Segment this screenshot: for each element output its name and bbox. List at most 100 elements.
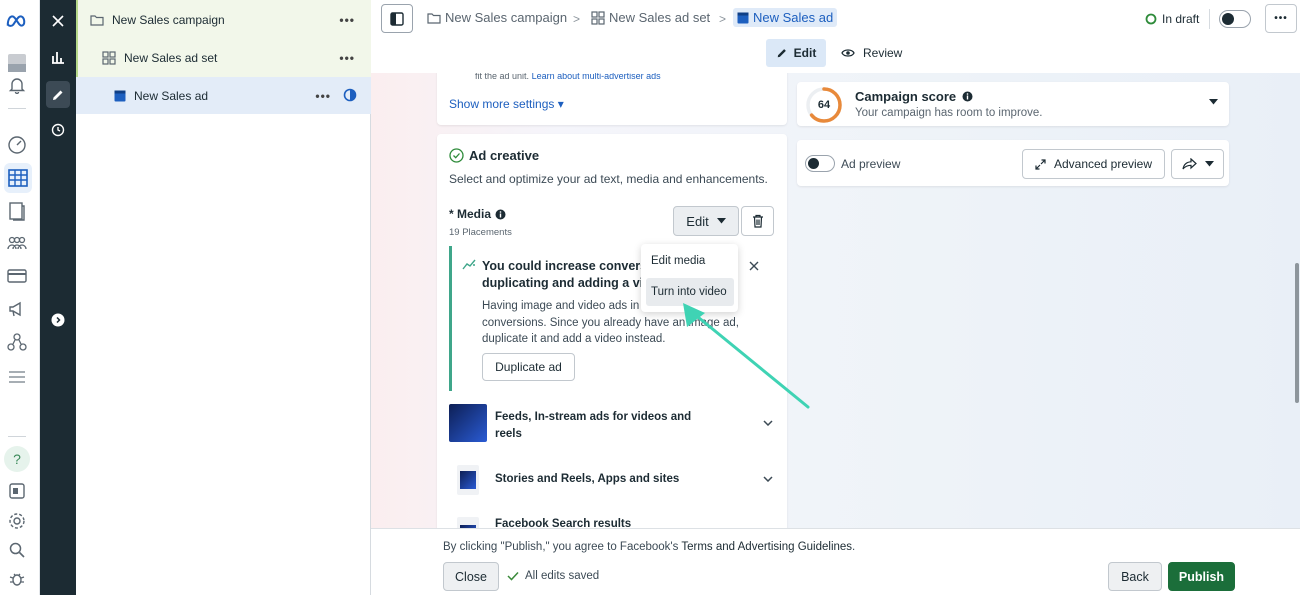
ad-preview-label: Ad preview bbox=[841, 157, 901, 171]
tab-edit[interactable]: Edit bbox=[766, 39, 826, 67]
news-icon[interactable] bbox=[6, 480, 28, 502]
toggle-panel-button[interactable] bbox=[381, 4, 413, 33]
half-circle-status-icon[interactable] bbox=[343, 88, 357, 102]
delete-media-button[interactable] bbox=[741, 206, 774, 236]
media-edit-dropdown-button[interactable]: Edit bbox=[673, 206, 739, 236]
expand-arrow-icon[interactable] bbox=[46, 308, 70, 332]
settings-gear-icon[interactable] bbox=[6, 510, 28, 532]
breadcrumb-adset[interactable]: New Sales ad set bbox=[591, 10, 710, 25]
breadcrumb-label: New Sales campaign bbox=[445, 10, 568, 25]
account-avatar[interactable] bbox=[6, 52, 28, 74]
dashboard-gauge-icon[interactable] bbox=[6, 134, 28, 156]
eye-icon bbox=[841, 49, 855, 57]
terms-link[interactable]: Terms and Advertising Guidelines bbox=[681, 541, 852, 553]
campaign-score-title: Campaign score bbox=[855, 89, 973, 104]
reporting-chart-icon[interactable] bbox=[46, 45, 70, 69]
grid-icon bbox=[102, 51, 116, 65]
more-options-icon[interactable]: ••• bbox=[339, 51, 355, 65]
more-menu-button[interactable]: ••• bbox=[1265, 4, 1297, 33]
tree-item-ad[interactable]: New Sales ad ••• bbox=[76, 77, 371, 114]
duplicate-ad-button[interactable]: Duplicate ad bbox=[482, 353, 575, 381]
media-label: * Media bbox=[449, 207, 506, 221]
content-scrollbar[interactable] bbox=[1294, 73, 1300, 528]
top-bar: New Sales campaign > New Sales ad set > … bbox=[371, 0, 1300, 37]
close-icon[interactable] bbox=[749, 261, 759, 271]
editor-tool-rail bbox=[40, 0, 76, 595]
settings-helper-text: fit the ad unit. Learn about multi-adver… bbox=[475, 73, 661, 81]
bug-report-icon[interactable] bbox=[6, 568, 28, 590]
show-more-settings-link[interactable]: Show more settings ▾ bbox=[449, 97, 564, 111]
breadcrumb-label: New Sales ad bbox=[753, 10, 834, 25]
caret-down-icon bbox=[1204, 161, 1214, 167]
ad-creative-title: Ad creative bbox=[469, 148, 540, 163]
campaign-score-card[interactable]: 64 Campaign score Your campaign has room… bbox=[797, 82, 1229, 126]
expand-icon bbox=[1035, 158, 1046, 170]
trash-icon bbox=[752, 214, 763, 228]
mode-tabs: Edit Review bbox=[371, 37, 1300, 73]
tree-item-campaign[interactable]: New Sales campaign ••• bbox=[76, 0, 371, 39]
all-tools-menu-icon[interactable] bbox=[6, 366, 28, 388]
back-button[interactable]: Back bbox=[1108, 562, 1162, 591]
share-icon bbox=[1181, 158, 1197, 170]
check-circle-icon bbox=[449, 148, 464, 163]
history-clock-icon[interactable] bbox=[46, 118, 70, 142]
ads-manager-table-icon[interactable] bbox=[4, 163, 32, 193]
advanced-preview-button[interactable]: Advanced preview bbox=[1022, 149, 1165, 179]
suggestion-title: You could increase conversi duplicating … bbox=[482, 259, 651, 290]
tab-review[interactable]: Review bbox=[841, 39, 902, 67]
more-options-icon[interactable]: ••• bbox=[339, 13, 355, 27]
breadcrumb-label: New Sales ad set bbox=[609, 10, 711, 25]
tab-label: Review bbox=[863, 46, 903, 60]
edit-pencil-icon[interactable] bbox=[46, 81, 70, 108]
placement-title: Stories and Reels, Apps and sites bbox=[495, 473, 680, 485]
meta-logo-icon[interactable] bbox=[5, 10, 27, 32]
chevron-down-icon[interactable] bbox=[763, 420, 773, 426]
help-icon[interactable]: ? bbox=[4, 446, 30, 472]
share-preview-button[interactable] bbox=[1171, 149, 1224, 179]
placement-thumbnail bbox=[457, 465, 479, 495]
learn-more-link[interactable]: Learn about multi-advertiser ads bbox=[532, 73, 661, 81]
chevron-down-icon[interactable] bbox=[763, 476, 773, 482]
ad-icon bbox=[114, 90, 126, 101]
draft-status-icon bbox=[1145, 13, 1157, 25]
ad-icon bbox=[737, 12, 749, 23]
info-icon[interactable] bbox=[962, 91, 973, 102]
business-network-icon[interactable] bbox=[6, 331, 28, 353]
breadcrumb-campaign[interactable]: New Sales campaign bbox=[427, 10, 567, 25]
billing-card-icon[interactable] bbox=[6, 265, 28, 287]
megaphone-icon[interactable] bbox=[6, 298, 28, 320]
score-value: 64 bbox=[817, 99, 831, 111]
app-nav-rail: ? bbox=[0, 0, 40, 595]
publish-footer: By clicking "Publish," you agree to Face… bbox=[371, 528, 1300, 595]
edit-pencil-icon bbox=[777, 49, 786, 58]
info-icon[interactable] bbox=[495, 209, 506, 220]
placement-title: Feeds, In-stream ads for videos and reel… bbox=[495, 411, 692, 440]
terms-notice: By clicking "Publish," you agree to Face… bbox=[443, 541, 856, 553]
draft-toggle-switch[interactable] bbox=[1219, 10, 1251, 28]
sidebar-toggle-icon bbox=[390, 11, 404, 26]
campaign-tree-panel: New Sales campaign ••• New Sales ad set … bbox=[76, 0, 371, 595]
more-options-icon[interactable]: ••• bbox=[315, 89, 331, 103]
scrollbar-thumb[interactable] bbox=[1295, 263, 1299, 403]
caret-down-icon bbox=[1209, 99, 1218, 105]
audiences-icon[interactable] bbox=[6, 232, 28, 254]
folder-icon bbox=[427, 12, 441, 24]
publish-button[interactable]: Publish bbox=[1168, 562, 1235, 591]
ad-preview-toggle[interactable] bbox=[805, 155, 835, 172]
ad-preview-bar: Ad preview Advanced preview bbox=[797, 140, 1229, 186]
menu-item-edit-media[interactable]: Edit media bbox=[641, 248, 738, 274]
bell-icon[interactable] bbox=[6, 74, 28, 96]
pages-icon[interactable] bbox=[6, 200, 28, 222]
ad-creative-description: Select and optimize your ad text, media … bbox=[449, 172, 768, 186]
close-button[interactable]: Close bbox=[443, 562, 499, 591]
search-icon[interactable] bbox=[6, 539, 28, 561]
placements-count: 19 Placements bbox=[449, 227, 512, 238]
annotation-arrow-icon bbox=[683, 303, 810, 409]
tree-item-adset[interactable]: New Sales ad set ••• bbox=[76, 39, 371, 77]
sparkle-trend-icon bbox=[462, 259, 476, 270]
tab-label: Edit bbox=[793, 46, 817, 60]
close-icon[interactable] bbox=[46, 9, 70, 33]
breadcrumb-ad[interactable]: New Sales ad bbox=[733, 8, 838, 27]
folder-icon bbox=[90, 14, 104, 26]
placement-thumbnail bbox=[449, 404, 487, 442]
